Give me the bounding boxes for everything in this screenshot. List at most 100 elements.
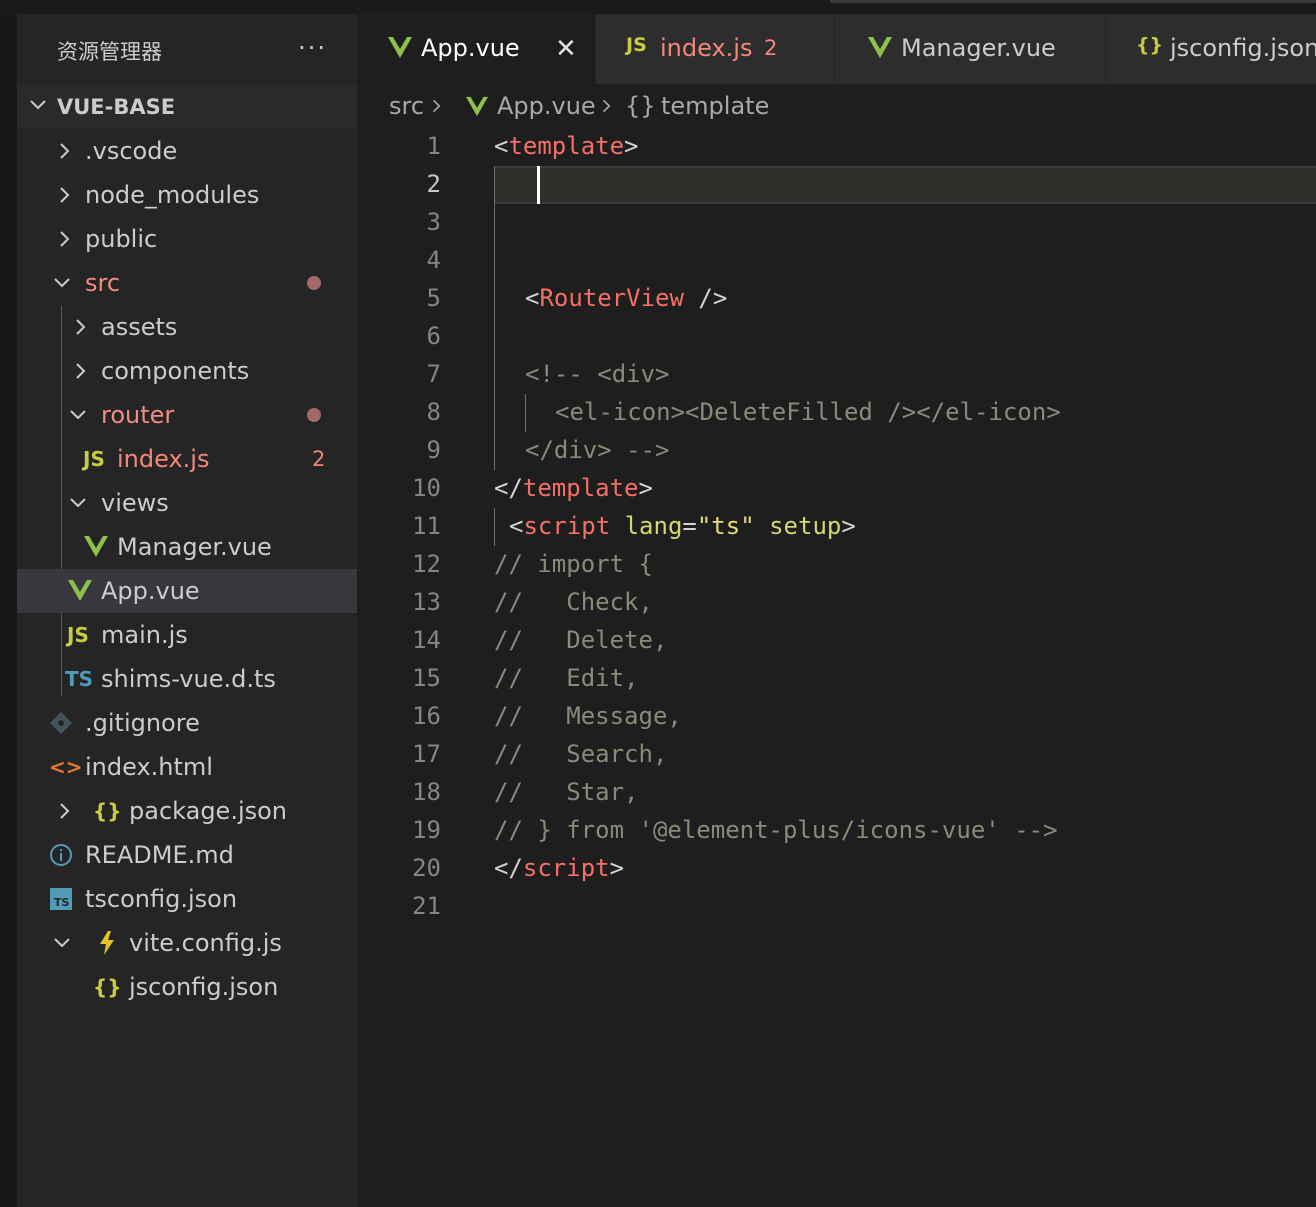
chevron-right-icon (432, 99, 441, 113)
vue-icon (68, 580, 92, 601)
chevron-right-icon (60, 187, 70, 203)
tree-item-app-vue[interactable]: App.vue (17, 569, 357, 613)
vite-icon (100, 931, 114, 955)
tree-item-label: views (101, 489, 169, 517)
problem-count: 2 (312, 447, 326, 471)
indent-guide (525, 394, 526, 432)
more-actions-icon[interactable]: ··· (298, 34, 327, 62)
breadcrumb-folder[interactable]: src (389, 92, 424, 120)
tree-item-components[interactable]: components (17, 349, 357, 393)
tree-item-tsconfig[interactable]: TS tsconfig.json (17, 877, 357, 921)
code-attr: lang (624, 512, 683, 540)
line-number: 9 (426, 436, 441, 464)
tab-scrollbar[interactable] (830, 0, 1316, 3)
chevron-right-icon (60, 803, 70, 819)
tab-label: index.js (660, 34, 753, 62)
workspace-name: VUE-BASE (57, 95, 176, 119)
current-line-highlight (494, 166, 1316, 204)
code-line-7: <!-- <div> (525, 360, 670, 388)
tree-item-vscode[interactable]: .vscode (17, 129, 357, 173)
tree-item-public[interactable]: public (17, 217, 357, 261)
tree-item-vite-config[interactable]: vite.config.js (17, 921, 357, 965)
tree-item-jsconfig[interactable]: {} jsconfig.json (17, 965, 357, 1009)
js-icon: JS (67, 623, 89, 647)
tree-item-assets[interactable]: assets (17, 305, 357, 349)
tab-label: jsconfig.json (1170, 34, 1316, 62)
json-icon: {} (93, 799, 122, 823)
line-number: 18 (412, 778, 441, 806)
breadcrumb-file[interactable]: App.vue (497, 92, 596, 120)
code-line-17: // Search, (494, 740, 668, 768)
chevron-down-icon (54, 938, 70, 948)
tree-item-readme[interactable]: README.md (17, 833, 357, 877)
chevron-right-icon (60, 231, 70, 247)
tsconfig-icon: TS (50, 888, 72, 910)
close-icon[interactable]: ✕ (555, 34, 577, 64)
tree-item-shims-vue-d-ts[interactable]: TS shims-vue.d.ts (17, 657, 357, 701)
line-number: 21 (412, 892, 441, 920)
vue-icon (84, 536, 108, 557)
tab-manager-vue[interactable]: Manager.vue (835, 14, 1106, 84)
js-icon: JS (83, 447, 105, 471)
line-number: 8 (426, 398, 441, 426)
activity-bar (0, 0, 17, 1207)
line-number: 11 (412, 512, 441, 540)
tree-item-label: .vscode (85, 137, 178, 165)
tree-item-label: shims-vue.d.ts (101, 665, 276, 693)
code-editor[interactable]: 1 2 3 4 5 6 7 8 9 10 11 12 13 14 15 16 1… (357, 130, 1316, 1207)
indent-guide (494, 166, 495, 470)
tree-item-label: components (101, 357, 250, 385)
tree-item-index-js[interactable]: JS index.js 2 (17, 437, 357, 481)
code-punct: /> (683, 284, 728, 312)
code-line-16: // Message, (494, 702, 682, 730)
tree-item-label: jsconfig.json (129, 973, 279, 1001)
modified-dot (307, 408, 321, 422)
code-line-19: // } from '@element-plus/icons-vue' --> (494, 816, 1058, 844)
text-caret (537, 166, 540, 204)
tree-item-gitignore[interactable]: .gitignore (17, 701, 357, 745)
code-punct: > (624, 132, 639, 160)
code-tag: template (508, 132, 625, 160)
tab-index-js[interactable]: JS index.js 2 (596, 14, 835, 84)
code-string: "ts" (696, 512, 755, 540)
tree-item-src[interactable]: src (17, 261, 357, 305)
tree-item-label: index.html (85, 753, 213, 781)
tab-jsconfig[interactable]: {} jsconfig.json (1106, 14, 1316, 84)
modified-dot (307, 276, 321, 290)
tree-item-router[interactable]: router (17, 393, 357, 437)
tree-item-manager-vue[interactable]: Manager.vue (17, 525, 357, 569)
breadcrumb: src App.vue {} template (357, 84, 1316, 130)
tree-item-label: package.json (129, 797, 288, 825)
tree-item-package-json[interactable]: {} package.json (17, 789, 357, 833)
explorer-sidebar: 资源管理器 ··· VUE-BASE .vscode node_modules … (17, 14, 357, 1207)
info-icon (50, 844, 72, 866)
tree-item-main-js[interactable]: JS main.js (17, 613, 357, 657)
json-icon: {} (93, 975, 122, 999)
chevron-right-icon (76, 363, 86, 379)
code-line-11: <script lang="ts" setup> (509, 512, 856, 540)
svg-text:TS: TS (54, 896, 70, 909)
tree-item-index-html[interactable]: <> index.html (17, 745, 357, 789)
code-punct: </ (494, 854, 523, 882)
line-number: 7 (426, 360, 441, 388)
code-punct: > (638, 474, 653, 502)
breadcrumb-symbol[interactable]: template (661, 92, 769, 120)
code-punct: < (509, 512, 524, 540)
tree-item-label: vite.config.js (129, 929, 282, 957)
workspace-root[interactable]: VUE-BASE (17, 85, 357, 129)
tab-app-vue[interactable]: App.vue ✕ (357, 14, 596, 84)
tree-item-node-modules[interactable]: node_modules (17, 173, 357, 217)
chevron-right-icon (602, 99, 611, 113)
code-tag: RouterView (539, 284, 684, 312)
problem-count: 2 (764, 36, 778, 60)
tree-item-label: router (101, 401, 175, 429)
line-number: 17 (412, 740, 441, 768)
code-punct: > (609, 854, 625, 882)
code-tag: script (523, 512, 611, 540)
line-number: 19 (412, 816, 441, 844)
tree-item-views[interactable]: views (17, 481, 357, 525)
line-number: 16 (412, 702, 441, 730)
code-tag: script (522, 854, 610, 882)
